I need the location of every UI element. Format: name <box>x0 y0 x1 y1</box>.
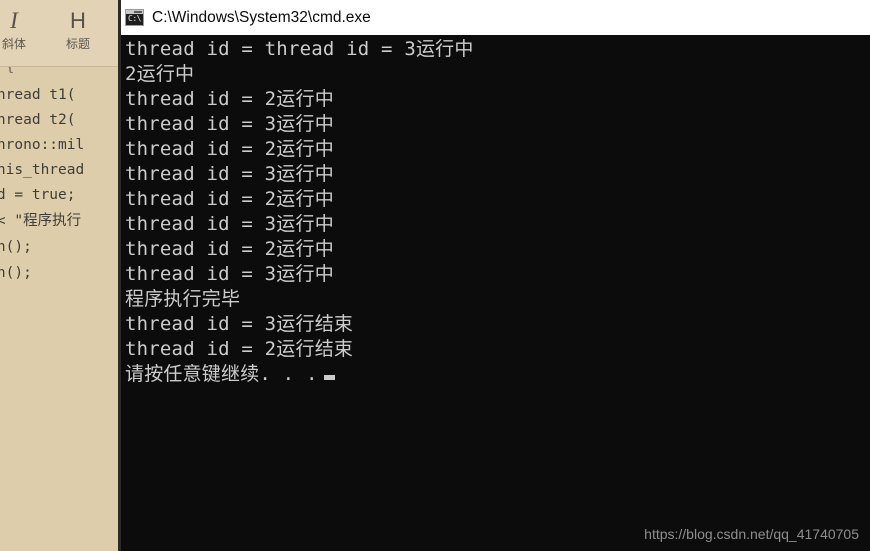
code-line: .join(); <box>0 265 32 281</box>
code-line: d::thread t2( <box>0 112 76 128</box>
console-line: thread id = 3运行中 <box>125 113 334 135</box>
code-line: .join(); <box>0 239 32 255</box>
text-cursor <box>323 375 335 380</box>
toolbar-button-heading-label: 标题 <box>65 37 90 51</box>
console-title-text: C:\Windows\System32\cmd.exe <box>152 8 371 26</box>
toolbar-button-heading[interactable]: H 标题 <box>52 6 104 62</box>
console-line: thread id = 2运行中 <box>125 188 334 210</box>
console-line: thread id = 2运行中 <box>125 88 334 110</box>
cmd-icon: C:\ <box>125 9 144 26</box>
code-line: d::this_thread <box>0 162 85 178</box>
console-line: 程序执行完毕 <box>125 288 241 310</box>
code-line: d::chrono::mil <box>0 137 85 153</box>
cmd-console-window: C:\ C:\Windows\System32\cmd.exe thread i… <box>121 0 870 551</box>
toolbar-button-italic-label: 斜体 <box>1 37 26 51</box>
heading-icon: H <box>70 8 86 33</box>
code-line: d::thread t1( <box>0 87 76 103</box>
console-line: 请按任意键继续. . . <box>125 363 318 385</box>
console-line: thread id = 3运行中 <box>125 163 334 185</box>
console-line: thread id = 2运行中 <box>125 238 334 260</box>
console-line: thread id = 3运行结束 <box>125 313 354 335</box>
console-line-with-cursor: 请按任意键继续. . . <box>125 362 474 387</box>
code-line: in() { <box>5 67 15 75</box>
italic-icon: I <box>10 8 18 33</box>
screenshot-root: I 斜体 H 标题 in() { d::thread t1( d::thread… <box>0 0 870 551</box>
editor-code-area[interactable]: in() { d::thread t1( d::thread t2( d::ch… <box>0 67 121 551</box>
code-line: ut << "程序执行 <box>0 213 82 229</box>
background-editor-panel: I 斜体 H 标题 in() { d::thread t1( d::thread… <box>0 0 121 551</box>
console-line: 2运行中 <box>125 63 195 85</box>
watermark-url: https://blog.csdn.net/qq_41740705 <box>644 526 859 542</box>
console-line: thread id = 2运行结束 <box>125 338 354 360</box>
console-text-block: thread id = thread id = 3运行中 2运行中 thread… <box>125 37 474 387</box>
cmd-icon-prompt-glyph: C:\ <box>128 14 141 23</box>
editor-toolbar: I 斜体 H 标题 <box>0 0 121 67</box>
console-title-bar[interactable]: C:\ C:\Windows\System32\cmd.exe <box>121 0 870 35</box>
toolbar-button-italic[interactable]: I 斜体 <box>0 6 40 62</box>
console-line: thread id = 2运行中 <box>125 138 334 160</box>
console-line: thread id = 3运行中 <box>125 213 334 235</box>
console-line: thread id = 3运行中 <box>125 263 334 285</box>
console-line: thread id = thread id = 3运行中 <box>125 38 474 60</box>
code-line: ifEnd = true; <box>0 187 76 203</box>
console-output-area[interactable]: thread id = thread id = 3运行中 2运行中 thread… <box>121 35 870 551</box>
